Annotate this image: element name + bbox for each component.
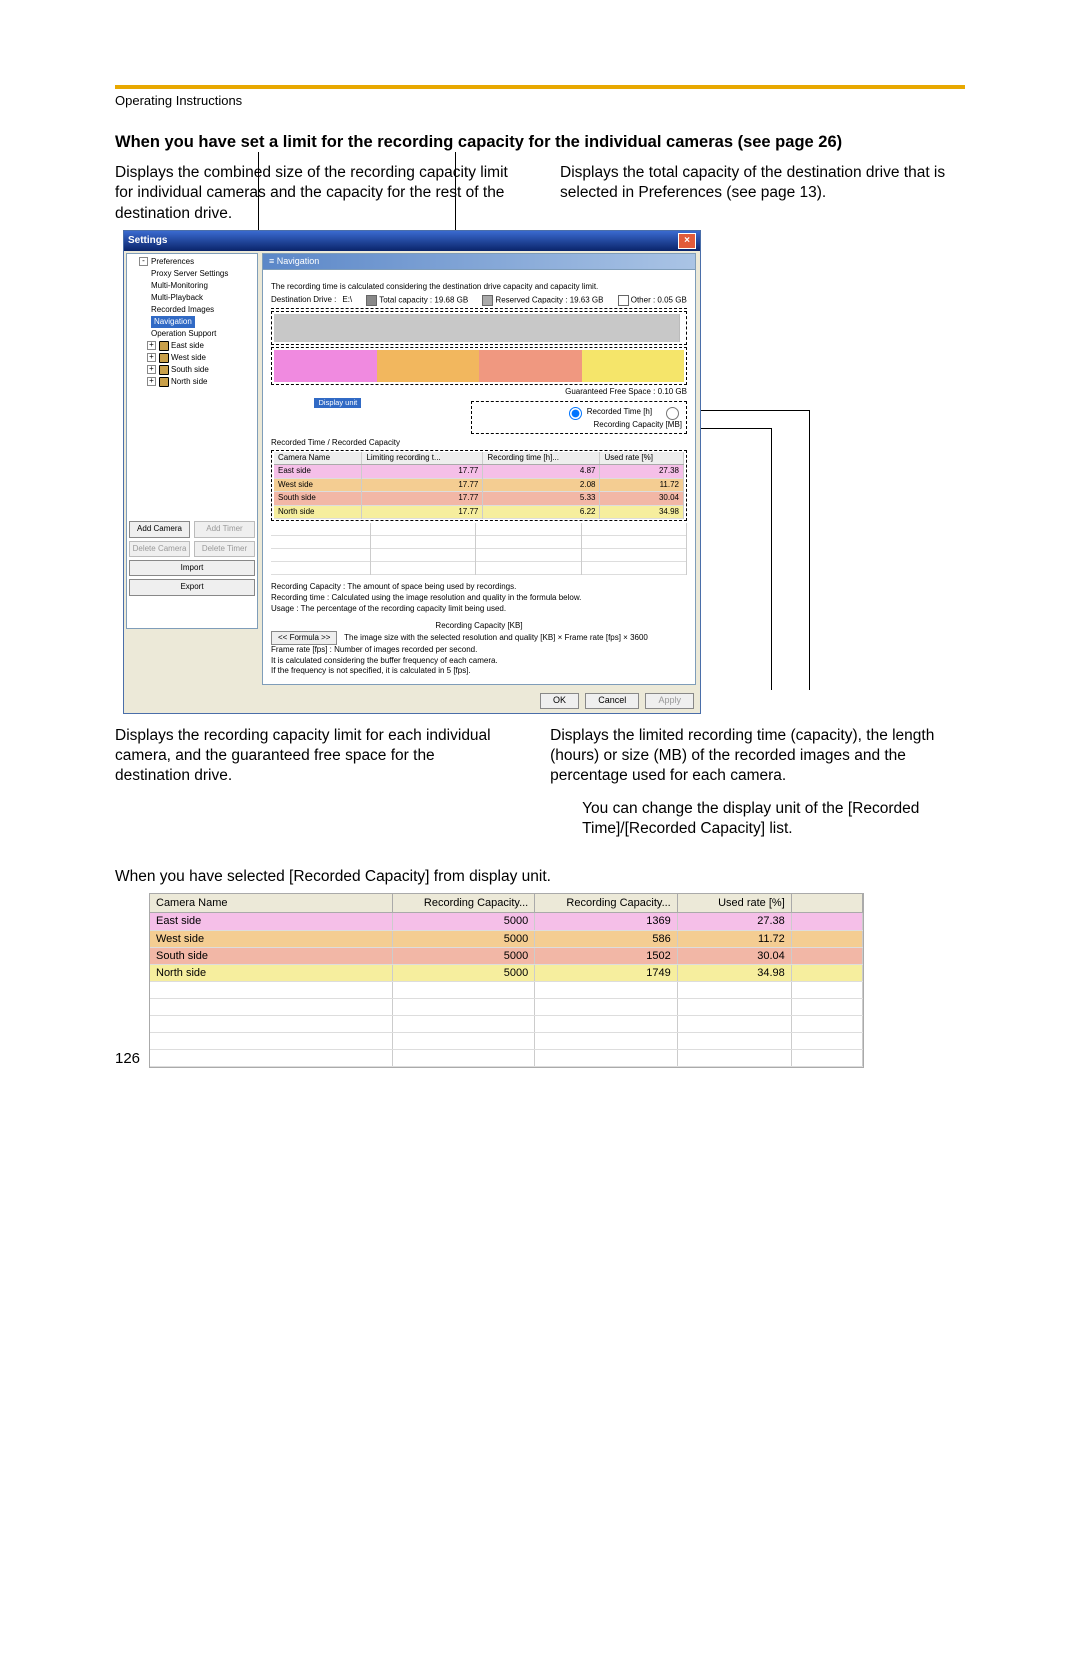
window-title: Settings <box>128 234 167 247</box>
table-title: Recorded Time / Recorded Capacity <box>271 438 687 448</box>
formula-note-1: Frame rate [fps] : Number of images reco… <box>271 645 687 655</box>
col-time[interactable]: Recording time [h]... <box>483 452 600 465</box>
tree-navigation-selected[interactable]: Navigation <box>151 316 195 328</box>
camera-icon <box>159 341 169 351</box>
tree-action-buttons: Add Camera Add Timer Delete Camera Delet… <box>129 518 255 596</box>
table-row: East side17.774.8727.38 <box>274 465 684 478</box>
leader-right-vert <box>809 410 810 690</box>
formula-line: The image size with the selected resolut… <box>344 633 648 642</box>
apply-button[interactable]: Apply <box>645 693 694 709</box>
tree-camera-west[interactable]: West side <box>171 353 206 362</box>
formula-title: Recording Capacity [KB] <box>271 621 687 631</box>
delete-camera-button[interactable]: Delete Camera <box>129 541 190 557</box>
dialog-buttons: OK Cancel Apply <box>124 689 700 713</box>
help-line-2: Recording time : Calculated using the im… <box>271 592 687 603</box>
camera-allocation-bar <box>271 347 687 385</box>
formula-button[interactable]: << Formula >> <box>271 631 337 645</box>
tree-camera-north[interactable]: North side <box>171 377 207 386</box>
dest-drive-value: E:\ <box>342 295 352 305</box>
close-icon[interactable]: × <box>678 233 696 249</box>
display-unit-title: Display unit <box>314 398 361 408</box>
leader-right-vert2 <box>771 428 772 690</box>
tree-recorded-images[interactable]: Recorded Images <box>129 304 255 316</box>
callout-top-right: Displays the total capacity of the desti… <box>560 163 965 223</box>
callout-top-left: Displays the combined size of the record… <box>115 163 520 223</box>
tree-proxy[interactable]: Proxy Server Settings <box>129 268 255 280</box>
reserved-label: Reserved Capacity : <box>495 295 567 304</box>
add-camera-button[interactable]: Add Camera <box>129 521 190 537</box>
t2-col-cap1[interactable]: Recording Capacity... <box>392 894 535 913</box>
add-timer-button[interactable]: Add Timer <box>194 521 255 537</box>
help-line-3: Usage : The percentage of the recording … <box>271 603 687 614</box>
col-used[interactable]: Used rate [%] <box>600 452 684 465</box>
table-row: East side5000136927.38 <box>150 913 863 930</box>
tree-multi-playback[interactable]: Multi-Playback <box>129 292 255 304</box>
reserved-value: 19.63 GB <box>570 295 604 304</box>
camera-icon <box>159 353 169 363</box>
leader-right-bot <box>701 428 771 429</box>
table-row: North side5000174934.98 <box>150 965 863 982</box>
export-button[interactable]: Export <box>129 579 255 595</box>
delete-timer-button[interactable]: Delete Timer <box>194 541 255 557</box>
total-value: 19.68 GB <box>434 295 468 304</box>
dest-drive-label: Destination Drive : <box>271 295 336 305</box>
settings-window: Settings × -Preferences Proxy Server Set… <box>123 230 701 714</box>
callout-bottom-right-2: You can change the display unit of the [… <box>582 799 965 839</box>
callout-bottom-right-1: Displays the limited recording time (cap… <box>550 726 965 786</box>
camera-icon <box>159 377 169 387</box>
formula-note-2: It is calculated considering the buffer … <box>271 656 687 666</box>
page-number: 126 <box>115 1049 140 1069</box>
formula-note-3: If the frequency is not specified, it is… <box>271 666 687 676</box>
panel-title: ≡ Navigation <box>262 253 696 271</box>
tree-root: Preferences <box>151 257 194 266</box>
leader-right-top <box>701 410 809 411</box>
mid-sentence: When you have selected [Recorded Capacit… <box>115 867 965 887</box>
t2-col-cap2[interactable]: Recording Capacity... <box>535 894 678 913</box>
t2-col-name[interactable]: Camera Name <box>150 894 392 913</box>
callout-bottom-left: Displays the recording capacity limit fo… <box>115 726 510 839</box>
t2-col-used[interactable]: Used rate [%] <box>677 894 791 913</box>
tree-camera-south[interactable]: South side <box>171 365 209 374</box>
table-row: South side5000150230.04 <box>150 947 863 964</box>
ok-button[interactable]: OK <box>540 693 579 709</box>
other-value: 0.05 GB <box>657 295 686 304</box>
import-button[interactable]: Import <box>129 560 255 576</box>
total-label: Total capacity : <box>379 295 432 304</box>
col-limit[interactable]: Limiting recording t... <box>362 452 483 465</box>
other-label: Other : <box>631 295 655 304</box>
guaranteed-value: 0.10 GB <box>658 387 687 396</box>
drive-capacity-bar <box>271 311 687 345</box>
recorded-time-table: Camera Name Limiting recording t... Reco… <box>274 452 684 519</box>
cancel-button[interactable]: Cancel <box>585 693 639 709</box>
display-unit-group: Display unit Recorded Time [h] Recording… <box>471 401 687 433</box>
table-row: North side17.776.2234.98 <box>274 505 684 518</box>
section-heading: When you have set a limit for the record… <box>115 132 965 153</box>
table-row: West side17.772.0811.72 <box>274 478 684 491</box>
header-accent-rule <box>115 85 965 89</box>
settings-tree[interactable]: -Preferences Proxy Server Settings Multi… <box>126 253 258 629</box>
doc-header: Operating Instructions <box>115 93 965 110</box>
help-line-1: Recording Capacity : The amount of space… <box>271 581 687 592</box>
radio-recorded-time[interactable]: Recorded Time [h] <box>564 407 653 416</box>
camera-icon <box>159 365 169 375</box>
col-camera-name[interactable]: Camera Name <box>274 452 362 465</box>
recorded-capacity-table: Camera Name Recording Capacity... Record… <box>150 894 863 1067</box>
tree-operation-support[interactable]: Operation Support <box>129 328 255 340</box>
tree-multi-monitoring[interactable]: Multi-Monitoring <box>129 280 255 292</box>
tree-camera-east[interactable]: East side <box>171 341 204 350</box>
table-row: West side500058611.72 <box>150 930 863 947</box>
table-row: South side17.775.3330.04 <box>274 492 684 505</box>
guaranteed-label: Guaranteed Free Space : <box>565 387 655 396</box>
panel-description: The recording time is calculated conside… <box>271 282 687 292</box>
